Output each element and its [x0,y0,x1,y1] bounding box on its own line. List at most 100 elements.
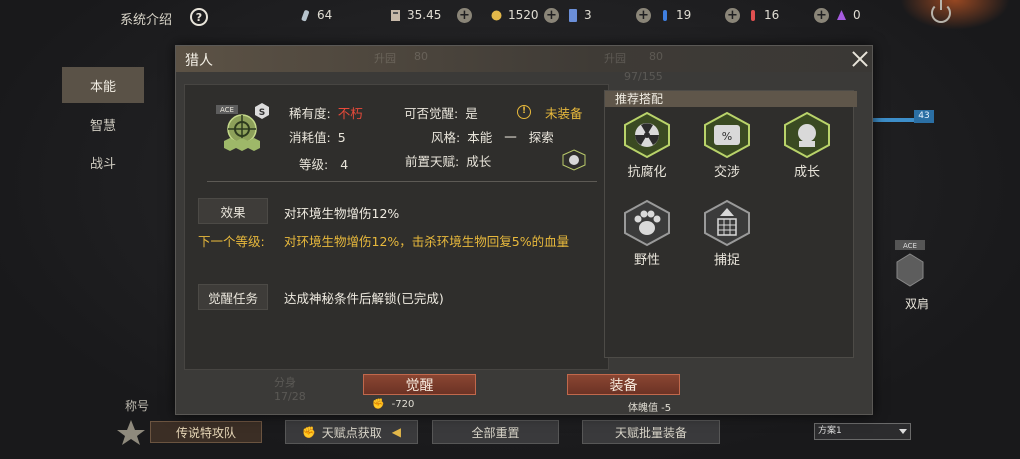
awaken-button[interactable]: 觉醒 [363,374,476,395]
style-separator: 一 [504,130,517,145]
resource-bullets: 64 [300,8,332,22]
talent-node-label: 双肩 [905,297,930,311]
recommended-label: 野性 [633,253,660,268]
title-label: 称号 [125,399,150,413]
fist-icon: ✊ [372,399,385,410]
power-icon[interactable] [931,0,951,23]
recommended-item[interactable]: 捕捉 [695,199,759,268]
resource-value: 16 [764,8,780,22]
growth-icon[interactable] [561,149,587,171]
equip-status: 未装备 [545,106,583,121]
coin-icon [491,10,502,20]
rarity-label: 稀有度: [289,106,331,121]
level-label: 等级: [299,157,329,172]
svg-text:%: % [722,130,732,143]
add-coins-button[interactable]: + [544,8,559,23]
title-emblem-icon [117,420,145,445]
bg-upgrade-label: 升园 [604,52,626,65]
level-row: 等级: 4 [299,154,348,173]
recommended-item[interactable]: 成长 [775,111,839,180]
help-icon[interactable]: ? [190,8,208,26]
recommended-label: 交涉 [713,165,740,180]
next-level-text: 对环境生物增伤12%，击杀环境生物回复5%的血量 [284,234,570,249]
bg-number: 17/28 [274,390,306,403]
title-badge[interactable]: 传说特攻队 [150,421,262,443]
recommended-item[interactable]: 抗腐化 [615,111,679,180]
resource-cards: 35.45 [390,8,441,22]
recommended-panel: 推荐搭配 抗腐化 % 交涉 成长 野性 捕捉 [604,90,857,358]
talent-detail-dialog: 猎人 升园 80 升园 80 97/155 分身 17/28 ACE S 稀有度… [175,45,873,415]
grade-badge-text: S [259,108,265,118]
resource-value: 0 [853,8,861,22]
talent-points-button[interactable]: ✊ 天赋点获取 ◀ [285,420,418,444]
recommended-label: 捕捉 [713,253,740,268]
ace-badge-text: ACE [220,106,234,114]
add-red-vial-button[interactable]: + [814,8,829,23]
bg-number: 97/155 [624,70,663,83]
growth-icon [784,111,830,159]
radiation-icon [624,111,670,159]
bullet-icon [301,9,309,21]
talent-node-icon[interactable]: ACE [895,240,925,295]
add-cards-button[interactable]: + [457,8,472,23]
cost-value: 5 [337,130,346,145]
cost-row: 消耗值: 5 [289,127,346,146]
hunter-skill-icon: ACE S [216,103,269,151]
awaken-row: 可否觉醒: 是 [404,103,478,122]
dialog-header: 猎人 [176,46,872,72]
resource-value: 64 [317,8,333,22]
style-label: 风格: [431,130,461,145]
resource-blue-vial: 19 [659,8,691,22]
capture-net-icon [704,199,750,247]
dialog-title: 猎人 [185,53,213,69]
bg-upgrade-num: 80 [414,50,428,63]
recommended-item[interactable]: 野性 [615,199,679,268]
rarity-row: 稀有度: 不朽 [289,103,363,122]
arrow-left-icon: ◀ [391,425,401,439]
awaken-label: 可否觉醒: [404,106,459,121]
awaken-cost-value: -720 [391,399,415,410]
style-value: 本能 [467,130,493,145]
prereq-value: 成长 [466,154,492,169]
progress-value: 43 [914,110,934,123]
awaken-task-text: 达成神秘条件后解锁(已完成) [284,291,444,306]
warning-icon: ! [517,105,531,119]
recommended-label: 抗腐化 [627,165,667,180]
resource-value: 1520 [508,8,539,22]
fist-icon: ✊ [302,425,316,439]
resource-value: 35.45 [407,8,442,22]
resource-phone: 3 [567,8,592,22]
add-blue-vial-button[interactable]: + [725,8,740,23]
resource-value: 3 [584,8,592,22]
equip-button[interactable]: 装备 [567,374,680,395]
batch-equip-button[interactable]: 天赋批量装备 [582,420,720,444]
recommended-label: 成长 [793,165,820,180]
level-value: 4 [340,157,349,172]
tab-combat[interactable]: 战斗 [62,144,144,180]
scheme-value: 方案1 [818,426,842,436]
recommended-item[interactable]: % 交涉 [695,111,759,180]
resource-value: 19 [676,8,692,22]
card-icon [391,9,400,21]
equip-cost: 体魄值 -5 [628,403,672,414]
scheme-select[interactable]: 方案1 [814,423,911,440]
resource-purple-crystal: 0 [836,8,861,22]
add-phone-button[interactable]: + [636,8,651,23]
close-icon[interactable] [852,51,868,67]
talent-points-label: 天赋点获取 [321,425,382,440]
style-row: 风格: 本能一探索 [431,127,554,146]
bg-clone-label: 分身 [274,376,296,389]
red-vial-icon [751,9,755,21]
bg-upgrade-num: 80 [649,50,663,63]
prereq-label: 前置天赋: [405,154,460,169]
chevron-down-icon [899,429,907,434]
system-intro-label[interactable]: 系统介绍 [120,9,172,28]
tab-instinct[interactable]: 本能 [62,67,144,103]
resource-coins: 1520 [491,8,539,22]
blue-vial-icon [663,9,667,21]
top-bar: 系统介绍 ? 64 35.45 + 1520 + 3 + 19 + 16 + 0 [0,0,1020,34]
tab-wisdom[interactable]: 智慧 [62,106,144,142]
divider [207,181,597,182]
awaken-task-tag: 觉醒任务 [198,284,268,310]
reset-all-button[interactable]: 全部重置 [432,420,559,444]
